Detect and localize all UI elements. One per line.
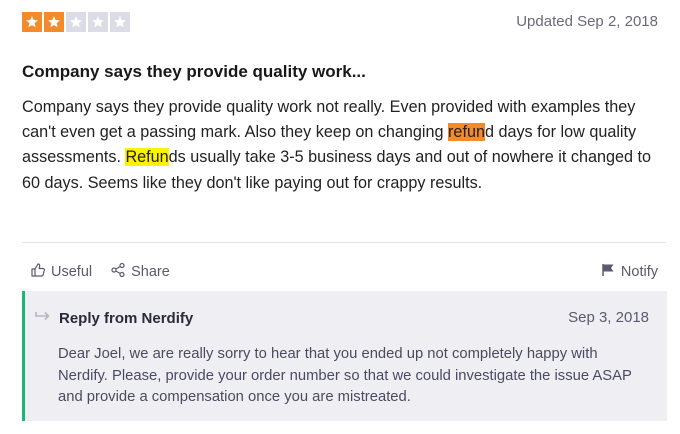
- flag-icon: [600, 262, 616, 282]
- star-icon: [88, 12, 108, 32]
- review-body: Company says they provide quality work n…: [22, 95, 662, 196]
- useful-button[interactable]: Useful: [30, 262, 92, 282]
- divider: [22, 242, 666, 243]
- share-icon: [110, 262, 126, 282]
- notify-button[interactable]: Notify: [600, 262, 658, 282]
- star-icon: [44, 12, 64, 32]
- reply-author: Reply from Nerdify: [59, 309, 194, 327]
- useful-label: Useful: [51, 264, 93, 280]
- notify-label: Notify: [620, 264, 658, 280]
- reply-text: Dear Joel, we are really sorry to hear t…: [58, 346, 632, 405]
- star-rating: [22, 12, 130, 32]
- reply-arrow-icon: [35, 309, 51, 327]
- review-title[interactable]: Company says they provide quality work..…: [22, 62, 366, 82]
- share-button[interactable]: Share: [110, 262, 170, 282]
- star-icon: [22, 12, 42, 32]
- company-reply: Reply from Nerdify Sep 3, 2018 Dear Joel…: [22, 291, 667, 421]
- search-highlight: Refun: [125, 148, 169, 167]
- thumbs-up-icon: [30, 262, 46, 282]
- star-icon: [66, 12, 86, 32]
- reply-date: Sep 3, 2018: [568, 309, 649, 326]
- search-highlight: refun: [448, 123, 485, 142]
- review-actions: Useful Share Notify: [30, 262, 658, 282]
- reply-header: Reply from Nerdify: [35, 309, 193, 327]
- star-icon: [110, 12, 130, 32]
- share-label: Share: [131, 264, 170, 280]
- updated-date: Updated Sep 2, 2018: [516, 13, 658, 30]
